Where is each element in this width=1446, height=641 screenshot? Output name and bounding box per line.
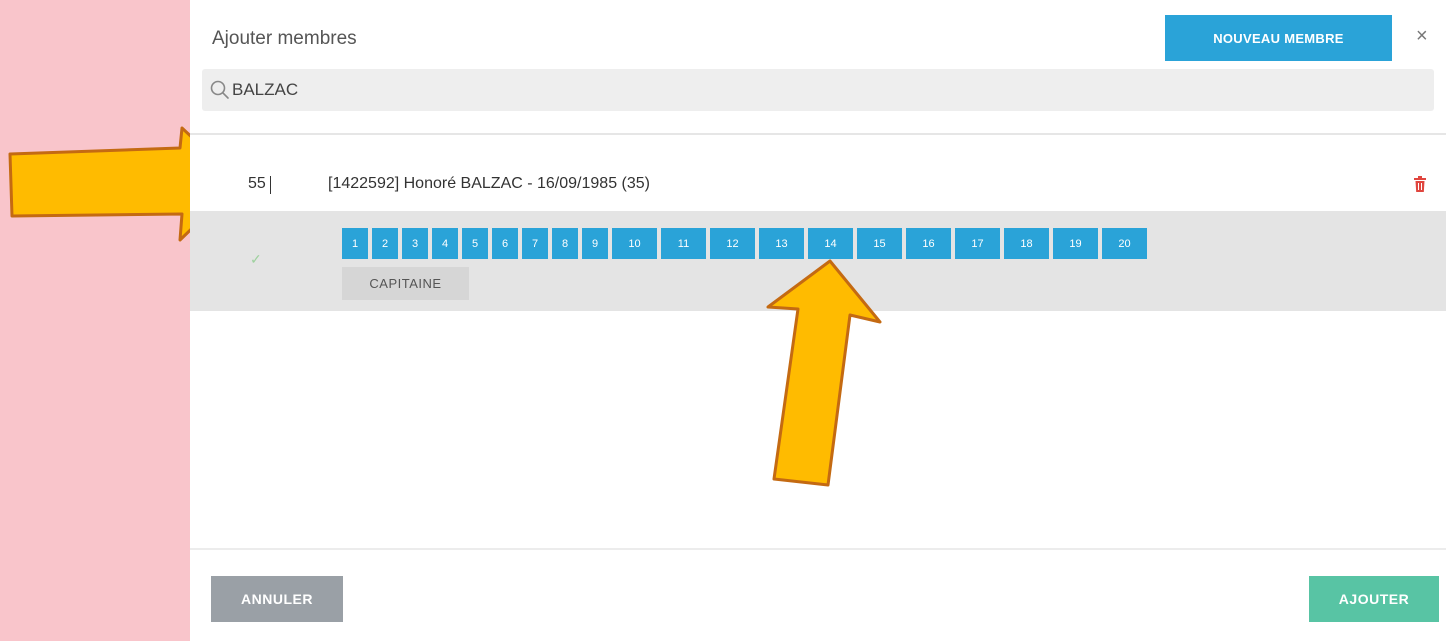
number-button-12[interactable]: 12: [710, 228, 755, 259]
dialog-title: Ajouter membres: [212, 28, 357, 49]
annotation-arrow-up: [766, 259, 882, 487]
number-button-10[interactable]: 10: [612, 228, 657, 259]
number-button-8[interactable]: 8: [552, 228, 578, 259]
number-button-1[interactable]: 1: [342, 228, 368, 259]
text-caret: [270, 176, 271, 194]
check-icon: ✓: [250, 251, 262, 267]
number-button-11[interactable]: 11: [661, 228, 706, 259]
member-number-input[interactable]: 55: [248, 175, 266, 193]
number-button-16[interactable]: 16: [906, 228, 951, 259]
number-buttons: 1 2 3 4 5 6 7 8 9 10 11 12 13 14 15 16 1…: [342, 228, 1147, 259]
cancel-button[interactable]: ANNULER: [211, 576, 343, 622]
captain-button[interactable]: CAPITAINE: [342, 267, 469, 300]
member-label: [1422592] Honoré BALZAC - 16/09/1985 (35…: [328, 175, 650, 192]
new-member-button[interactable]: NOUVEAU MEMBRE: [1165, 15, 1392, 61]
divider: [190, 548, 1446, 550]
search-input[interactable]: BALZAC: [202, 69, 1434, 111]
number-button-17[interactable]: 17: [955, 228, 1000, 259]
number-button-5[interactable]: 5: [462, 228, 488, 259]
number-button-3[interactable]: 3: [402, 228, 428, 259]
search-value: BALZAC: [232, 80, 299, 99]
number-button-19[interactable]: 19: [1053, 228, 1098, 259]
divider: [190, 133, 1446, 135]
number-button-7[interactable]: 7: [522, 228, 548, 259]
number-button-9[interactable]: 9: [582, 228, 608, 259]
search-icon: [210, 80, 229, 99]
number-button-6[interactable]: 6: [492, 228, 518, 259]
close-icon[interactable]: ×: [1416, 26, 1428, 46]
number-button-18[interactable]: 18: [1004, 228, 1049, 259]
number-button-20[interactable]: 20: [1102, 228, 1147, 259]
trash-icon[interactable]: [1414, 176, 1426, 192]
number-button-2[interactable]: 2: [372, 228, 398, 259]
number-button-4[interactable]: 4: [432, 228, 458, 259]
add-button[interactable]: AJOUTER: [1309, 576, 1439, 622]
